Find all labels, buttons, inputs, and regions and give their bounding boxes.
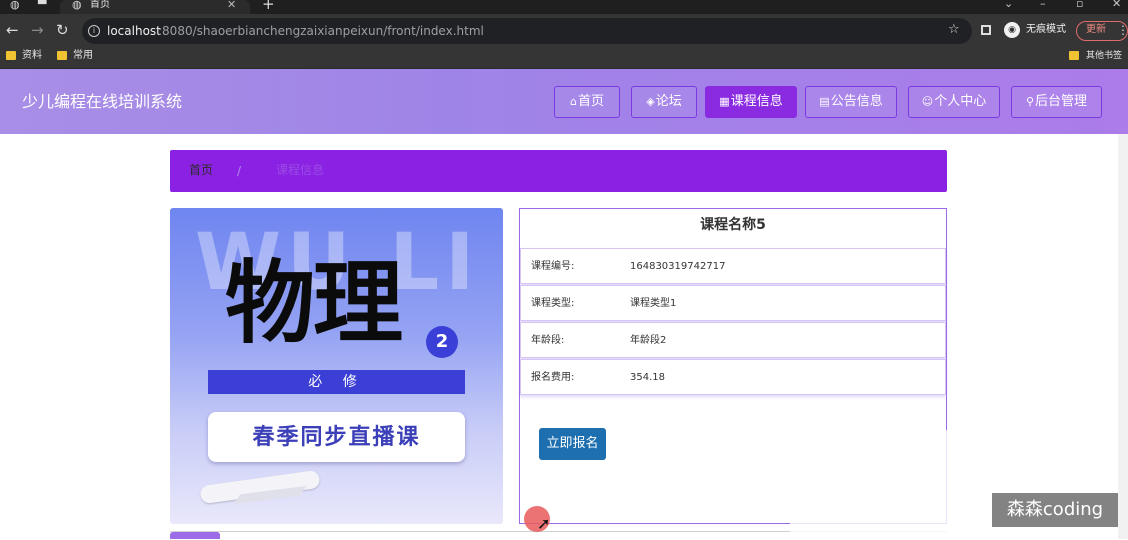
field-label: 报名费用: bbox=[531, 372, 575, 383]
maximize-icon[interactable]: ▫ bbox=[1076, 0, 1083, 10]
nav-admin[interactable]: ⚲后台管理 bbox=[1011, 86, 1102, 118]
nav-notices[interactable]: ▤公告信息 bbox=[805, 86, 897, 118]
home-icon: ⌂ bbox=[570, 95, 577, 108]
nav-course-info-label: 课程信息 bbox=[730, 94, 783, 109]
breadcrumb-separator: / bbox=[237, 164, 242, 178]
breadcrumb-home[interactable]: 首页 bbox=[189, 163, 213, 178]
info-row bbox=[520, 285, 946, 321]
url-host: localhost bbox=[107, 24, 161, 38]
update-label: 更新 bbox=[1086, 24, 1106, 35]
folder-icon bbox=[6, 51, 16, 60]
nav-forum[interactable]: ◈论坛 bbox=[631, 86, 697, 118]
reload-icon[interactable]: ↻ bbox=[56, 22, 69, 38]
bookmarks-bar bbox=[0, 46, 1128, 69]
field-label: 课程类型: bbox=[531, 298, 575, 309]
menu-icon[interactable]: ⋮ bbox=[1117, 22, 1128, 38]
side-panel-icon[interactable] bbox=[981, 25, 991, 35]
folder-icon bbox=[57, 51, 67, 60]
info-row bbox=[520, 322, 946, 358]
nav-notices-label: 公告信息 bbox=[830, 94, 883, 109]
close-window-icon[interactable]: ✕ bbox=[1112, 0, 1121, 10]
tab-title: 首页 bbox=[90, 0, 110, 10]
url-path: :8080/shaoerbianchengzaixianpeixun/front… bbox=[158, 24, 484, 38]
course-image: WU LI 物理 2 必 修 春季同步直播课 bbox=[170, 208, 503, 524]
tab-favicon-icon: ◍ bbox=[72, 0, 82, 11]
poster-badge: 2 bbox=[426, 326, 458, 358]
nav-home-label: 首页 bbox=[577, 94, 604, 109]
incognito-icon[interactable]: ◉ bbox=[1004, 22, 1020, 38]
site-info-icon[interactable]: i bbox=[88, 25, 100, 37]
nav-course-info[interactable]: ▦课程信息 bbox=[705, 86, 797, 118]
forward-icon[interactable]: → bbox=[31, 22, 44, 38]
field-label: 课程编号: bbox=[531, 261, 575, 272]
tab-thumbnail-icon[interactable]: ▀ bbox=[38, 0, 50, 10]
nav-admin-label: 后台管理 bbox=[1035, 94, 1088, 109]
bookmark-star-icon[interactable]: ☆ bbox=[948, 22, 960, 37]
nav-home[interactable]: ⌂首页 bbox=[554, 86, 620, 118]
incognito-label: 无痕模式 bbox=[1026, 24, 1066, 35]
course-name: 课程名称5 bbox=[700, 217, 766, 233]
bookmark-ziliao[interactable]: 资料 bbox=[22, 50, 42, 62]
user-icon: ☺ bbox=[921, 95, 934, 108]
nav-forum-label: 论坛 bbox=[655, 94, 682, 109]
link-icon: ⚲ bbox=[1025, 95, 1035, 108]
back-icon[interactable]: ← bbox=[6, 22, 19, 38]
notice-icon: ▤ bbox=[819, 95, 830, 108]
chevron-down-icon[interactable]: ⌄ bbox=[1004, 0, 1013, 10]
folder-icon bbox=[1069, 51, 1079, 60]
info-row bbox=[520, 359, 946, 395]
new-tab-icon[interactable]: + bbox=[262, 0, 275, 12]
info-row bbox=[520, 248, 946, 284]
minimize-icon[interactable]: – bbox=[1040, 0, 1046, 10]
forum-icon: ◈ bbox=[646, 95, 655, 108]
field-value: 年龄段2 bbox=[630, 335, 667, 346]
field-label: 年龄段: bbox=[531, 335, 565, 346]
field-value: 164830319742717 bbox=[630, 261, 726, 272]
poster-title: 物理 bbox=[225, 250, 403, 356]
bookmark-changyong[interactable]: 常用 bbox=[73, 50, 93, 62]
close-tab-icon[interactable]: ✕ bbox=[227, 0, 236, 11]
next-section-tab bbox=[170, 532, 220, 539]
breadcrumb-current: 课程信息 bbox=[276, 163, 325, 177]
poster-subtitle: 春季同步直播课 bbox=[208, 412, 465, 462]
field-value: 课程类型1 bbox=[630, 298, 677, 309]
field-value: 354.18 bbox=[630, 372, 665, 383]
bookmark-other[interactable]: 其他书签 bbox=[1086, 50, 1122, 62]
globe-icon[interactable]: ◍ bbox=[10, 0, 22, 10]
poster-band: 必 修 bbox=[208, 370, 465, 394]
signup-button[interactable]: 立即报名 bbox=[539, 428, 606, 460]
nav-personal-center-label: 个人中心 bbox=[934, 94, 987, 109]
nav-personal-center[interactable]: ☺个人中心 bbox=[908, 86, 1000, 118]
course-icon: ▦ bbox=[719, 95, 730, 108]
browser-tab[interactable] bbox=[60, 0, 250, 14]
mouse-cursor-icon: ➚ bbox=[537, 514, 551, 533]
site-title: 少儿编程在线培训系统 bbox=[22, 92, 183, 111]
page-scrollbar[interactable] bbox=[1118, 134, 1128, 539]
watermark: 森森coding bbox=[992, 493, 1118, 527]
